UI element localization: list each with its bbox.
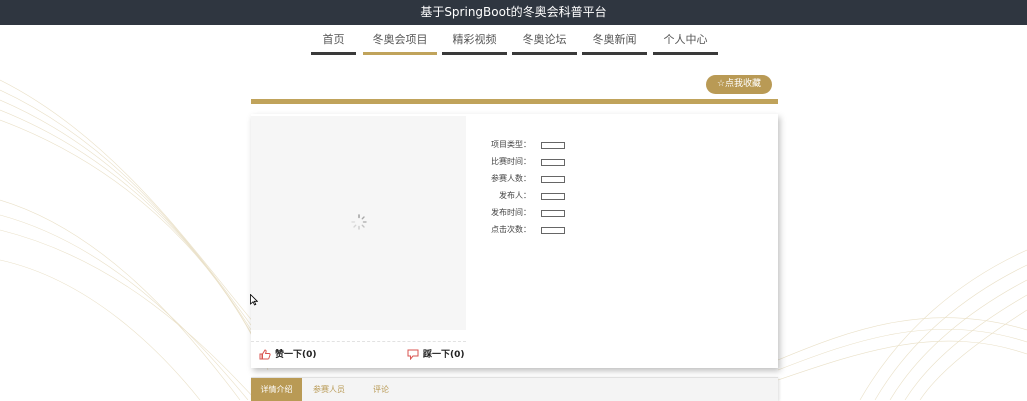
- nav-item-personal-center[interactable]: 个人中心: [653, 27, 718, 55]
- nav-item-winter-olympic-events[interactable]: 冬奥会项目: [363, 27, 437, 55]
- info-value: [541, 227, 565, 234]
- dislike-button[interactable]: 踩一下(0): [407, 342, 467, 368]
- mouse-cursor-icon: [250, 294, 258, 306]
- info-value: [541, 159, 565, 166]
- nav-item-label: 冬奥会项目: [372, 33, 428, 46]
- tab-comments[interactable]: 评论: [357, 378, 405, 401]
- nav-item-videos[interactable]: 精彩视频: [442, 27, 507, 55]
- info-label: 比赛时间：: [491, 157, 531, 166]
- nav-item-underline: [363, 52, 437, 55]
- info-label: 项目类型：: [491, 140, 531, 149]
- nav-item-home[interactable]: 首页: [311, 27, 356, 55]
- thumb-down-icon: [407, 349, 419, 360]
- info-label: 发布时间：: [491, 208, 531, 217]
- nav-item-underline: [311, 52, 356, 55]
- nav-item-underline: [653, 52, 718, 55]
- info-value: [541, 142, 565, 149]
- like-count-label: 赞一下(0): [275, 350, 317, 360]
- info-value: [541, 176, 565, 183]
- nav-item-news[interactable]: 冬奥新闻: [582, 27, 647, 55]
- info-label: 参赛人数：: [491, 174, 531, 183]
- vote-bar: 赞一下(0) 踩一下(0): [251, 341, 466, 368]
- section-divider: [251, 99, 778, 104]
- app-header: 基于SpringBoot的冬奥会科普平台: [0, 0, 1027, 25]
- tab-participants[interactable]: 参赛人员: [305, 378, 353, 401]
- info-value: [541, 210, 565, 217]
- nav-item-label: 精彩视频: [452, 33, 497, 46]
- project-image: [251, 116, 466, 330]
- info-label: 发布人：: [499, 191, 531, 200]
- nav-item-label: 冬奥论坛: [522, 33, 567, 46]
- info-value: [541, 193, 565, 200]
- dislike-count-label: 踩一下(0): [423, 350, 465, 360]
- nav-item-underline: [512, 52, 577, 55]
- main-nav: 首页 冬奥会项目 精彩视频 冬奥论坛 冬奥新闻 个人中心: [0, 27, 1027, 55]
- nav-item-underline: [442, 52, 507, 55]
- favorite-button[interactable]: ☆点我收藏: [706, 75, 772, 94]
- thumb-up-icon: [259, 349, 271, 360]
- page-title: 基于SpringBoot的冬奥会科普平台: [420, 5, 607, 19]
- nav-item-label: 个人中心: [663, 33, 708, 46]
- nav-item-label: 冬奥新闻: [592, 33, 637, 46]
- like-button[interactable]: 赞一下(0): [259, 342, 339, 368]
- tab-details[interactable]: 详情介绍: [251, 378, 302, 401]
- nav-item-underline: [582, 52, 647, 55]
- nav-item-label: 首页: [322, 33, 345, 46]
- detail-tabs: 详情介绍 参赛人员 评论: [251, 377, 778, 401]
- nav-item-forum[interactable]: 冬奥论坛: [512, 27, 577, 55]
- info-label: 点击次数：: [491, 225, 531, 234]
- loading-spinner-icon: [351, 214, 367, 230]
